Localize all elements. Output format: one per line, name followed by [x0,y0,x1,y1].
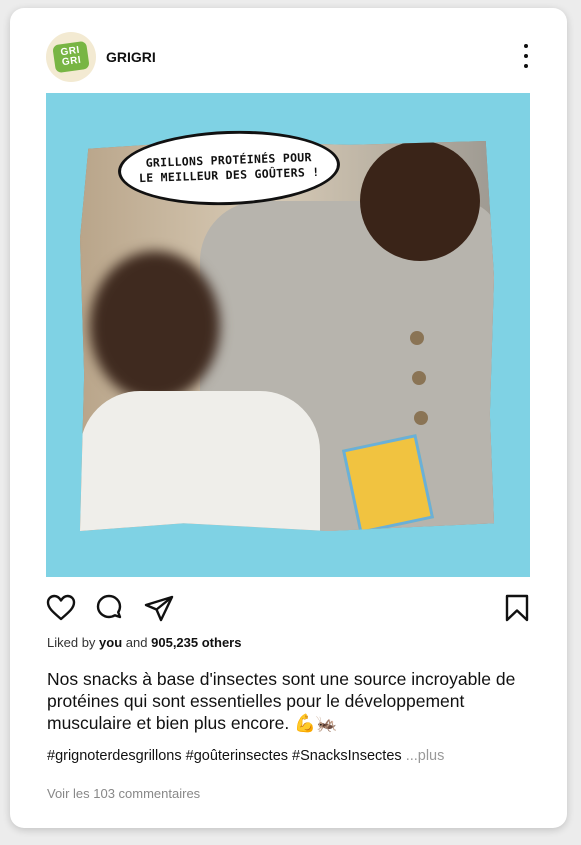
paper-plane-icon[interactable] [144,593,174,623]
username[interactable]: GRIGRI [106,49,156,65]
photo [80,141,494,531]
heart-outline-icon[interactable] [46,593,76,623]
bookmark-icon[interactable] [502,593,532,623]
hashtag-list[interactable]: #grignoterdesgrillons #goûterinsectes #S… [47,748,402,764]
speech-bubble-text: GRILLONS PROTÉINÉS POUR LE MEILLEUR DES … [138,150,320,186]
post-header: GRI GRI GRIGRI [46,32,536,82]
grigri-logo: GRI GRI [52,40,90,74]
view-comments-link[interactable]: Voir les 103 commentaires [47,786,200,801]
comment-bubble-icon[interactable] [94,593,124,623]
avatar[interactable]: GRI GRI [46,32,96,82]
more-link[interactable]: ...plus [406,748,445,764]
hashtags: #grignoterdesgrillons #goûterinsectes #S… [47,748,444,764]
instagram-post-card: GRI GRI GRIGRI GRILLONS PROTÉINÉS POUR L… [10,8,567,828]
post-image[interactable]: GRILLONS PROTÉINÉS POUR LE MEILLEUR DES … [46,93,530,577]
action-bar [46,593,532,623]
more-vertical-icon[interactable] [516,44,536,68]
likes-summary[interactable]: Liked by you and 905,235 others [47,635,241,650]
post-caption: Nos snacks à base d'insectes sont une so… [47,669,516,733]
